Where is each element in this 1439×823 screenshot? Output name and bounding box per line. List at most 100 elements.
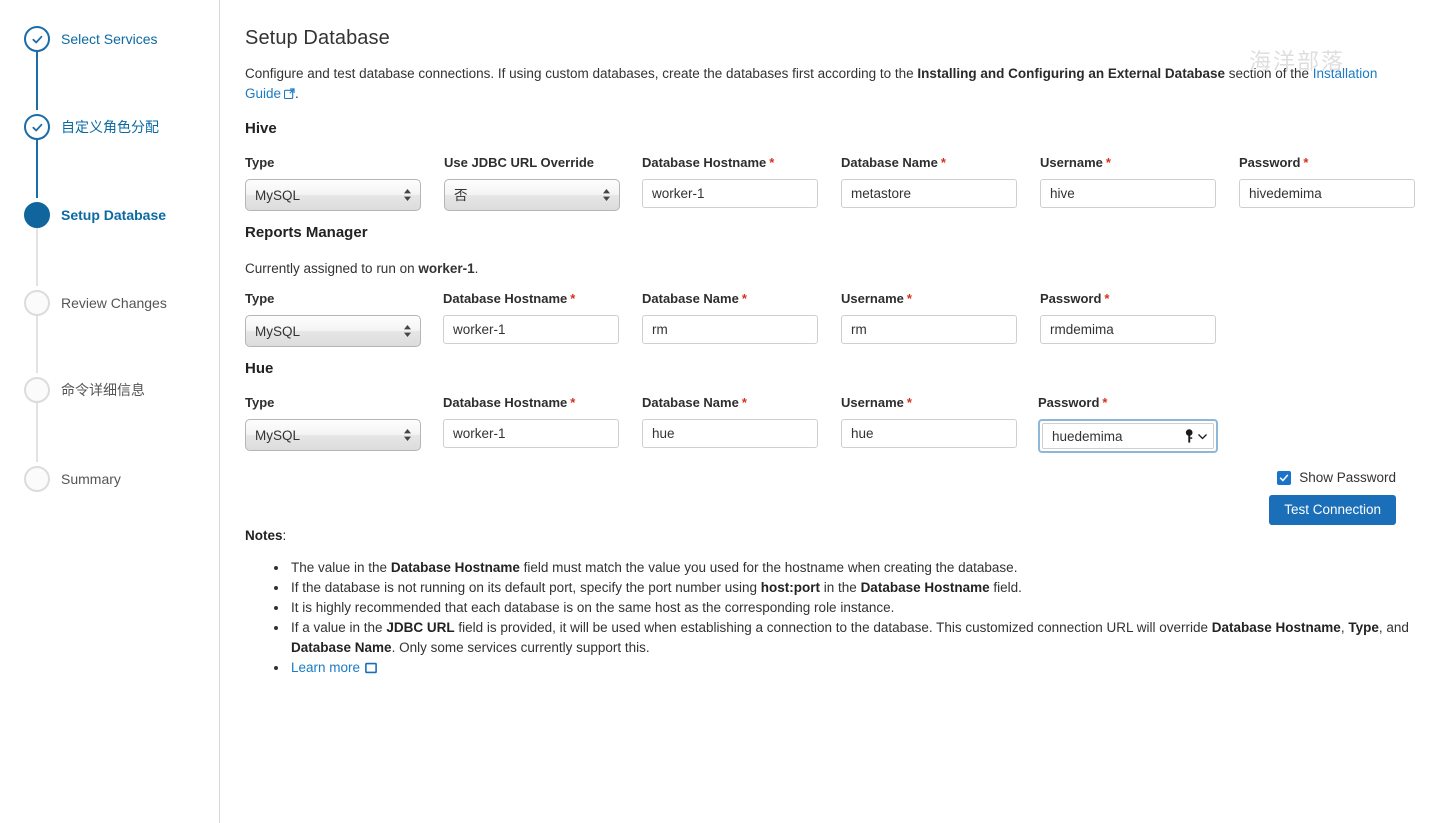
stepper-marker-done [24, 26, 50, 52]
note-emphasis: JDBC URL [386, 620, 455, 635]
show-password-label: Show Password [1299, 470, 1396, 485]
hue-type-field: Type MySQL [245, 395, 421, 451]
stepper-marker-todo [24, 466, 50, 492]
rm-username-label: Username * [841, 291, 1017, 307]
watermark: 海洋部落 [1248, 50, 1345, 75]
content-wrapper: Setup Database Configure and test databa… [245, 0, 1420, 675]
stepper-item-3[interactable]: Setup Database [0, 198, 220, 232]
note-emphasis: Database Hostname [1211, 620, 1341, 635]
hive-password-label-text: Password [1239, 155, 1301, 170]
rm-username-label-text: Username [841, 291, 904, 306]
note-text: The value in the [291, 560, 391, 575]
hive-type-label: Type [245, 155, 275, 170]
required-asterisk: * [1102, 395, 1108, 410]
rm-hostname-input[interactable] [443, 315, 619, 344]
hue-hostname-label-text: Database Hostname [443, 395, 568, 410]
stepper-item-4[interactable]: Review Changes [0, 286, 220, 320]
hive-jdbc-override-field: Use JDBC URL Override 否 [444, 155, 620, 211]
hue-password-label-text: Password [1038, 395, 1100, 410]
hive-dbname-label: Database Name * [841, 155, 1017, 171]
setup-database-page: Select Services 自定义角色分配 Setup Database Revi… [0, 0, 1439, 823]
stepper-item-5[interactable]: 命令详细信息 [0, 373, 220, 407]
hue-password-field: Password * [1038, 395, 1218, 453]
show-password-control[interactable]: Show Password [1277, 470, 1396, 485]
stepper-item-1[interactable]: Select Services [0, 22, 220, 56]
stepper-item-2[interactable]: 自定义角色分配 [0, 110, 220, 144]
rm-dbname-label-text: Database Name [642, 291, 739, 306]
notes-heading: Notes: [245, 528, 286, 543]
required-asterisk: * [940, 155, 946, 170]
hive-password-input[interactable] [1239, 179, 1415, 208]
hue-username-input[interactable] [841, 419, 1017, 448]
note-text: field. [989, 580, 1022, 595]
rm-hostname-label-text: Database Hostname [443, 291, 568, 306]
learn-more-link[interactable]: Learn more [291, 660, 360, 675]
hue-dbname-input[interactable] [642, 419, 818, 448]
hue-type-select[interactable]: MySQL [245, 419, 421, 451]
rm-password-label: Password * [1040, 291, 1216, 307]
hue-type-label: Type [245, 395, 275, 410]
required-asterisk: * [741, 291, 747, 306]
hue-password-label: Password * [1038, 395, 1218, 411]
hive-dbname-input[interactable] [841, 179, 1017, 208]
rm-username-field: Username * [841, 291, 1017, 344]
stepper-marker-active [24, 202, 50, 228]
hive-hostname-label: Database Hostname * [642, 155, 818, 171]
note-text: . Only some services currently support t… [391, 640, 650, 655]
assignment-prefix: Currently assigned to run on [245, 261, 419, 276]
rm-dbname-input[interactable] [642, 315, 818, 344]
hive-type-select[interactable]: MySQL [245, 179, 421, 211]
hive-hostname-input[interactable] [642, 179, 818, 208]
check-icon [26, 28, 48, 50]
notes-heading-text: Notes [245, 528, 283, 543]
hive-dbname-label-text: Database Name [841, 155, 938, 170]
hive-type-field: Type MySQL [245, 155, 421, 211]
stepper-item-6[interactable]: Summary [0, 462, 220, 496]
hive-type-select-wrap[interactable]: MySQL [245, 179, 421, 211]
assignment-suffix: . [474, 261, 479, 276]
intro-text-a: Configure and test database connections.… [245, 66, 918, 81]
note-item: If a value in the JDBC URL field is prov… [289, 618, 1425, 658]
rm-type-select[interactable]: MySQL [245, 315, 421, 347]
reports-manager-fields: Type MySQL Database Hostname* Database N… [245, 291, 1420, 347]
test-connection-button[interactable]: Test Connection [1269, 495, 1396, 525]
hue-password-field-focused[interactable] [1038, 419, 1218, 453]
hue-hostname-input[interactable] [443, 419, 619, 448]
hive-jdbc-override-select[interactable]: 否 [444, 179, 620, 211]
hive-username-input[interactable] [1040, 179, 1216, 208]
hive-hostname-field: Database Hostname * [642, 155, 818, 208]
note-item: The value in the Database Hostname field… [289, 558, 1425, 578]
notes-list: The value in the Database Hostname field… [265, 558, 1425, 680]
hue-hostname-field: Database Hostname * [443, 395, 619, 448]
hive-jdbc-select-wrap[interactable]: 否 [444, 179, 620, 211]
hive-password-field: Password * [1239, 155, 1415, 208]
stepper-marker-todo [24, 377, 50, 403]
stepper-label: Setup Database [61, 206, 167, 223]
page-description: Configure and test database connections.… [245, 50, 1417, 104]
note-item-learn-more: Learn more [289, 658, 1425, 680]
note-text: field must match the value you used for … [519, 560, 1018, 575]
note-emphasis: Database Hostname [390, 560, 520, 575]
hive-dbname-field: Database Name * [841, 155, 1017, 208]
assignment-host: worker-1 [418, 261, 475, 276]
stepper-label: 自定义角色分配 [61, 118, 159, 135]
stepper-marker-todo [24, 290, 50, 316]
hue-dbname-label: Database Name * [642, 395, 818, 411]
hue-username-label-text: Username [841, 395, 904, 410]
key-icon[interactable] [1185, 429, 1208, 443]
chevron-down-icon [1198, 433, 1207, 439]
note-emphasis: host:port [760, 580, 821, 595]
rm-password-input[interactable] [1040, 315, 1216, 344]
rm-hostname-label: Database Hostname * [443, 291, 619, 307]
reports-manager-assignment: Currently assigned to run on worker-1. [245, 259, 478, 278]
hue-type-select-wrap[interactable]: MySQL [245, 419, 421, 451]
note-text: , and [1378, 620, 1409, 635]
note-item: If the database is not running on its de… [289, 578, 1425, 598]
rm-type-select-wrap[interactable]: MySQL [245, 315, 421, 347]
main-content: Setup Database Configure and test databa… [220, 0, 1439, 823]
wizard-stepper-sidebar: Select Services 自定义角色分配 Setup Database Revi… [0, 0, 220, 823]
hive-fields: Type MySQL Use JDBC URL Override 否 Datab… [245, 155, 1420, 211]
rm-username-input[interactable] [841, 315, 1017, 344]
show-password-checkbox[interactable] [1277, 470, 1292, 485]
required-asterisk: * [570, 395, 576, 410]
